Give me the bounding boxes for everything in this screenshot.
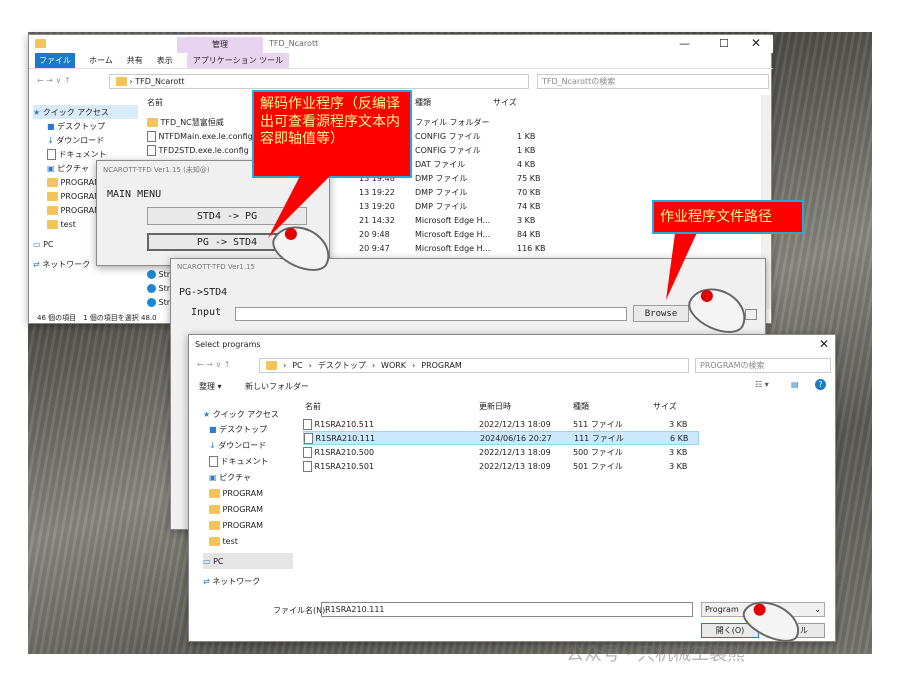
path-callout-pointer bbox=[666, 226, 700, 300]
callout-pointers bbox=[268, 176, 700, 300]
watermark: 公众号 · 只机械工装熊 bbox=[566, 644, 746, 665]
path-callout: 作业程序文件路径 bbox=[652, 200, 804, 234]
